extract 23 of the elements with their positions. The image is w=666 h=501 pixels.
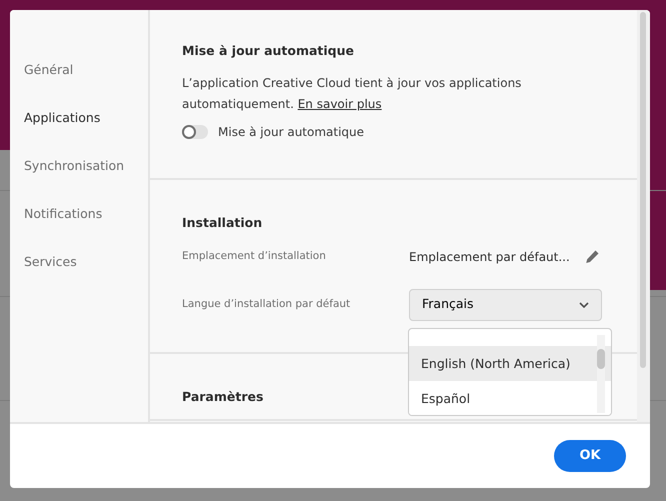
section-title: Installation	[182, 214, 262, 232]
toggle-switch[interactable]	[182, 124, 208, 139]
setting-label: Emplacement d’installation	[182, 248, 327, 264]
pencil-icon[interactable]	[584, 248, 600, 265]
setting-label: Langue d’installation par défaut	[182, 296, 352, 312]
sidebar-item[interactable]: Services	[10, 238, 91, 286]
description-text: L’application Creative Cloud tient à jour vos applications automatiquement. En savoir plus	[182, 74, 522, 113]
location-value: Emplacement par défaut...	[409, 248, 570, 266]
section-title: Paramètres	[182, 388, 264, 406]
learn-more-link[interactable]: En savoir plus	[298, 96, 382, 111]
sidebar-item[interactable]: Général	[10, 46, 88, 94]
toggle-label: Mise à jour automatique	[218, 124, 364, 141]
dropdown-option[interactable]: English (North America)	[409, 346, 611, 381]
chevron-down-icon	[579, 302, 589, 308]
sidebar-item[interactable]: Notifications	[10, 190, 116, 238]
scrollbar-thumb[interactable]	[640, 12, 646, 368]
section-title: Mise à jour automatique	[182, 42, 354, 60]
ok-button[interactable]: OK	[554, 440, 626, 472]
language-dropdown[interactable]: Français	[409, 288, 602, 321]
sidebar-item[interactable]: Synchronisation	[10, 142, 138, 190]
dropdown-scroll-thumb[interactable]	[597, 349, 605, 369]
sidebar-item[interactable]: Applications	[10, 94, 114, 142]
scrollbar[interactable]	[637, 10, 650, 422]
